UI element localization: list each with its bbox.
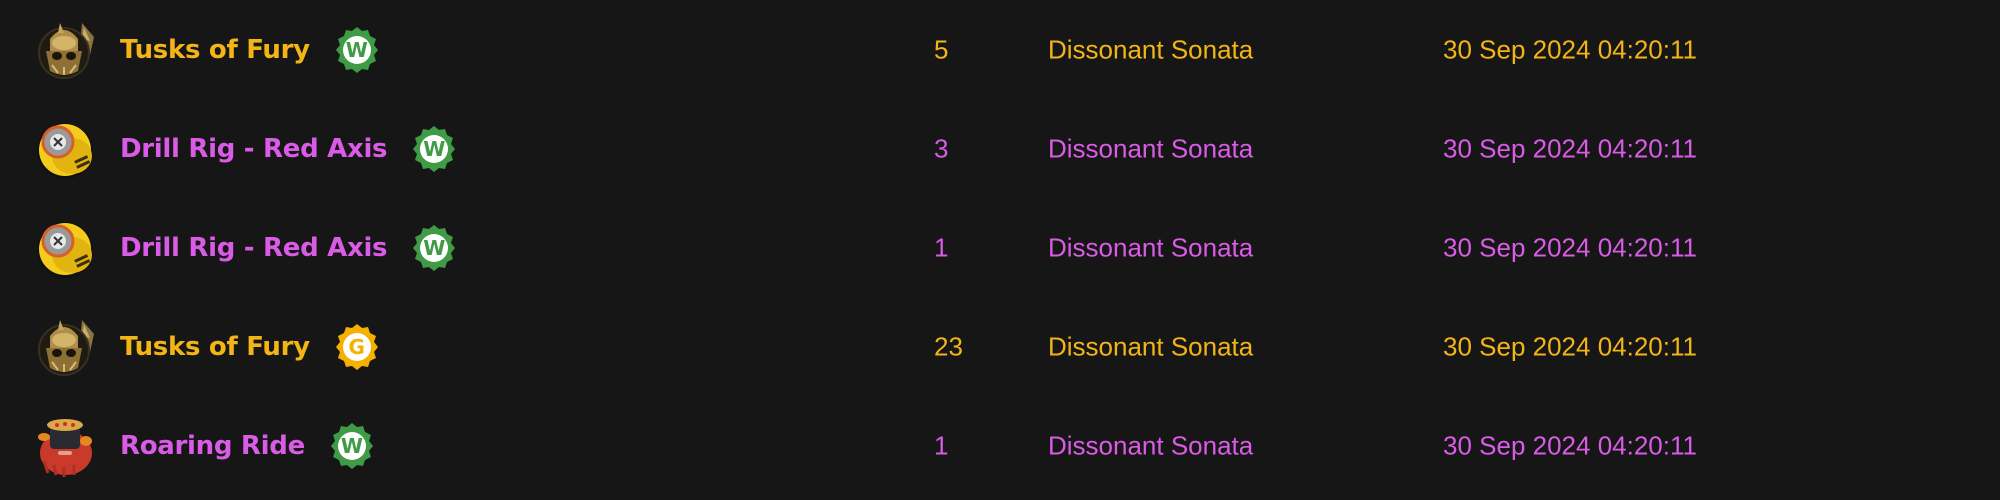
tusks-of-fury-helmet-icon bbox=[30, 312, 100, 382]
event-name: Dissonant Sonata bbox=[1048, 430, 1254, 460]
g-badge-icon: G bbox=[332, 322, 382, 372]
quantity: 23 bbox=[934, 331, 963, 361]
table-row[interactable]: Drill Rig - Red Axis W 1 Dissonant Sonat… bbox=[0, 198, 2000, 297]
date-timestamp: 30 Sep 2024 04:20:11 bbox=[1443, 133, 1697, 163]
drill-rig-red-axis-icon bbox=[30, 213, 100, 283]
table-row[interactable]: Drill Rig - Red Axis W 3 Dissonant Sonat… bbox=[0, 99, 2000, 198]
item-name-cell: Drill Rig - Red Axis W bbox=[120, 124, 459, 174]
item-name-cell: Drill Rig - Red Axis W bbox=[120, 223, 459, 273]
tusks-of-fury-helmet-icon bbox=[30, 15, 100, 85]
event-name: Dissonant Sonata bbox=[1048, 331, 1254, 361]
roaring-ride-vehicle-icon bbox=[30, 411, 100, 481]
item-name-cell: Roaring Ride W bbox=[120, 421, 377, 471]
item-name[interactable]: Tusks of Fury bbox=[120, 35, 310, 65]
w-badge-icon: W bbox=[327, 421, 377, 471]
w-badge-icon: W bbox=[409, 124, 459, 174]
item-name[interactable]: Drill Rig - Red Axis bbox=[120, 134, 388, 164]
event-name: Dissonant Sonata bbox=[1048, 34, 1254, 64]
item-name[interactable]: Roaring Ride bbox=[120, 431, 305, 461]
date-timestamp: 30 Sep 2024 04:20:11 bbox=[1443, 34, 1697, 64]
table-row[interactable]: Roaring Ride W 1 Dissonant Sonata 30 Sep… bbox=[0, 396, 2000, 495]
quantity: 1 bbox=[934, 430, 949, 460]
quantity: 1 bbox=[934, 232, 949, 262]
event-name: Dissonant Sonata bbox=[1048, 133, 1254, 163]
date-timestamp: 30 Sep 2024 04:20:11 bbox=[1443, 430, 1697, 460]
item-name[interactable]: Tusks of Fury bbox=[120, 332, 310, 362]
event-name: Dissonant Sonata bbox=[1048, 232, 1254, 262]
w-badge-icon: W bbox=[409, 223, 459, 273]
item-name-cell: Tusks of Fury W bbox=[120, 25, 382, 75]
table-row[interactable]: Tusks of Fury W 5 Dissonant Sonata 30 Se… bbox=[0, 0, 2000, 99]
item-history-table: Tusks of Fury W 5 Dissonant Sonata 30 Se… bbox=[0, 0, 2000, 500]
table-row[interactable]: Tusks of Fury G 23 Dissonant Sonata 30 S… bbox=[0, 297, 2000, 396]
drill-rig-red-axis-icon bbox=[30, 114, 100, 184]
w-badge-icon: W bbox=[332, 25, 382, 75]
quantity: 3 bbox=[934, 133, 949, 163]
date-timestamp: 30 Sep 2024 04:20:11 bbox=[1443, 232, 1697, 262]
date-timestamp: 30 Sep 2024 04:20:11 bbox=[1443, 331, 1697, 361]
item-name-cell: Tusks of Fury G bbox=[120, 322, 382, 372]
quantity: 5 bbox=[934, 34, 949, 64]
item-name[interactable]: Drill Rig - Red Axis bbox=[120, 233, 388, 263]
